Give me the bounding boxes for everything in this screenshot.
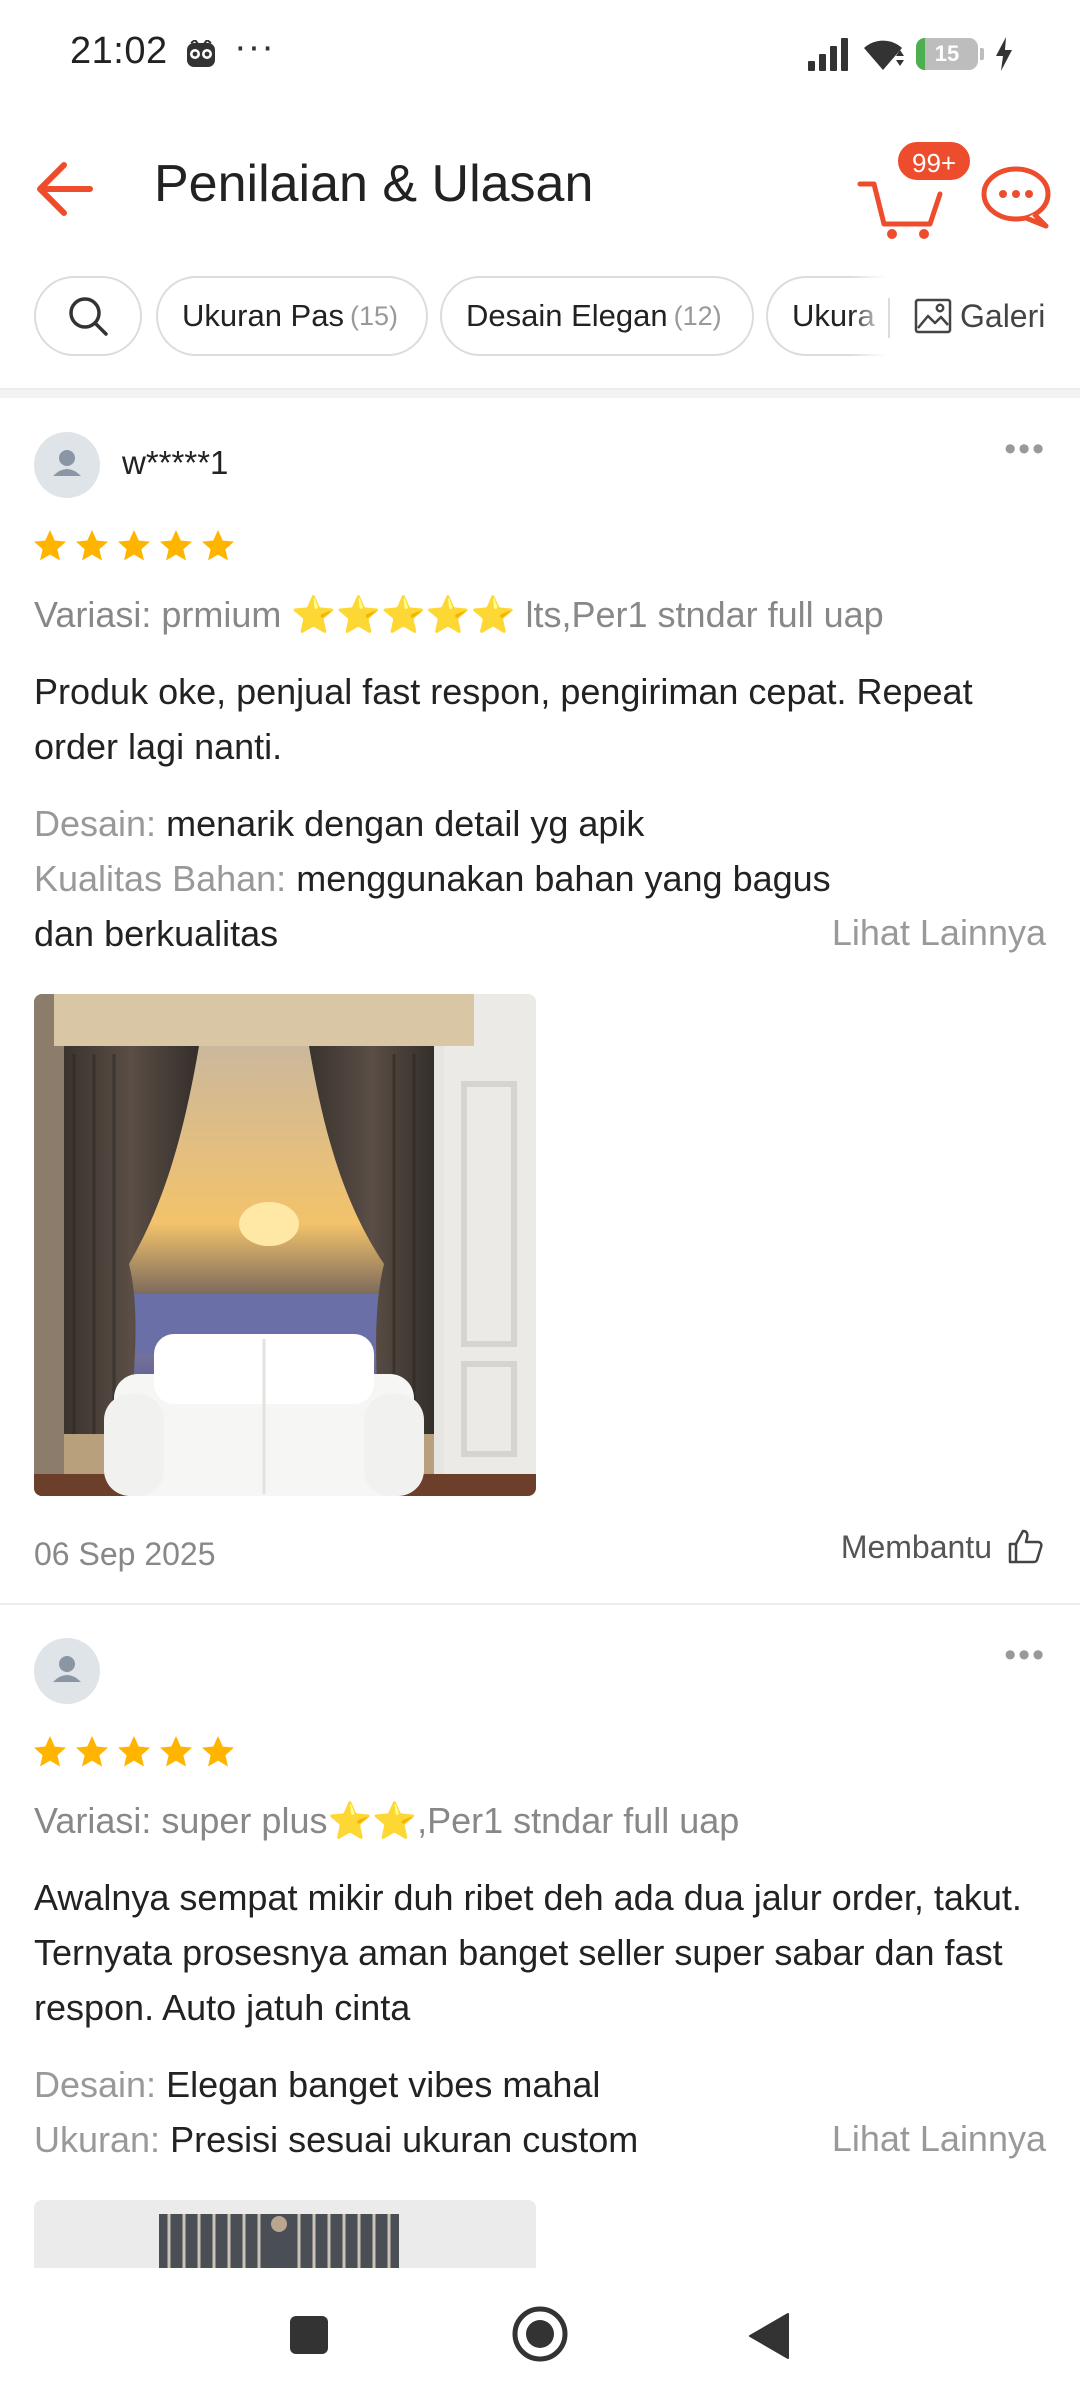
star-icon <box>76 530 108 561</box>
recent-apps-icon[interactable] <box>288 2314 330 2356</box>
battery-cap <box>980 48 984 60</box>
helpful-label: Membantu <box>840 1528 992 1565</box>
star-icon <box>160 1736 192 1767</box>
review-divider <box>0 1603 1080 1605</box>
cart-count-badge: 99+ <box>896 140 973 182</box>
see-more-link[interactable]: Lihat Lainnya <box>832 2118 1046 2160</box>
review-text: Produk oke, penjual fast respon, pengiri… <box>34 671 973 767</box>
user-icon <box>53 1656 81 1682</box>
chip-count: (15) <box>349 300 398 331</box>
review-photo[interactable] <box>34 994 536 1496</box>
attribute-key: Kualitas Bahan: <box>34 858 287 899</box>
gallery-label: Galeri <box>960 297 1046 334</box>
status-indicators: 15 <box>806 34 1014 74</box>
reviewer-name: w*****1 <box>122 444 229 481</box>
search-icon <box>69 297 108 336</box>
back-arrow-icon[interactable] <box>30 154 100 224</box>
variation-text: Variasi: prmium ⭐⭐⭐⭐⭐ lts,Per1 stndar fu… <box>34 594 884 635</box>
system-navigation-bar <box>0 2268 1080 2400</box>
chip-count: (12) <box>673 300 722 331</box>
curtain-photo-image <box>34 994 536 1496</box>
back-icon[interactable] <box>748 2312 790 2360</box>
chip-label: Desain Elegan <box>466 298 668 333</box>
star-icon <box>76 1736 108 1767</box>
section-divider <box>0 388 1080 398</box>
user-icon <box>53 450 81 476</box>
filter-chip-desain-elegan[interactable]: Desain Elegan (12) <box>440 276 754 356</box>
search-chip[interactable] <box>34 276 142 356</box>
avatar[interactable] <box>34 432 100 498</box>
attribute-key: Desain: <box>34 2064 157 2105</box>
star-icon <box>118 530 150 561</box>
attribute-key: Desain: <box>34 803 157 844</box>
star-icon <box>34 530 66 561</box>
status-time: 21:02 <box>70 30 168 72</box>
star-rating <box>32 1734 236 1770</box>
owl-icon <box>187 40 215 67</box>
review-date: 06 Sep 2025 <box>34 1536 216 1572</box>
review-photo[interactable] <box>34 2200 536 2268</box>
star-icon <box>202 530 234 561</box>
review-attribute-kualitas: Kualitas Bahan: menggunakan bahan yang b… <box>34 851 854 961</box>
wifi-icon <box>864 40 904 70</box>
review-card: w*****1 ••• Variasi: prmium ⭐⭐⭐⭐⭐ lts,Pe… <box>0 400 1080 1600</box>
attribute-value: menarik dengan detail yg apik <box>166 803 645 844</box>
review-attribute-ukuran: Ukuran: Presisi sesuai ukuran custom <box>34 2112 794 2167</box>
chip-fade-overlay <box>850 276 886 356</box>
star-icon <box>202 1736 234 1767</box>
status-bar: 21:02 ··· 15 <box>0 0 1080 110</box>
helpful-button[interactable]: Membantu <box>841 1528 1044 1566</box>
review-filter-bar: Ukuran Pas (15) Desain Elegan (12) Ukura… <box>0 272 1080 358</box>
review-text: Awalnya sempat mikir duh ribet deh ada d… <box>34 1877 1022 2028</box>
attribute-key: Ukuran: <box>34 2119 161 2160</box>
review-attribute-desain: Desain: Elegan banget vibes mahal <box>34 2057 1054 2112</box>
attribute-value: Elegan banget vibes mahal <box>166 2064 601 2105</box>
attribute-value: Presisi sesuai ukuran custom <box>170 2119 639 2160</box>
top-app-bar: Penilaian & Ulasan 99+ <box>0 120 1080 250</box>
home-icon[interactable] <box>510 2304 570 2364</box>
charging-icon <box>996 37 1012 71</box>
gallery-button[interactable]: Galeri <box>914 276 1045 356</box>
see-more-link[interactable]: Lihat Lainnya <box>832 912 1046 954</box>
battery-level: 15 <box>934 41 960 66</box>
review-card: ••• Variasi: super plus⭐⭐,Per1 stndar fu… <box>0 1606 1080 2268</box>
image-icon <box>914 298 952 334</box>
avatar[interactable] <box>34 1638 100 1704</box>
more-options-icon[interactable]: ••• <box>1004 1636 1046 1675</box>
thumbs-up-icon <box>1008 1529 1043 1564</box>
curtain-photo-image <box>34 2200 536 2268</box>
page-title: Penilaian & Ulasan <box>154 155 594 213</box>
battery-icon: 15 <box>916 38 978 70</box>
review-attribute-desain: Desain: menarik dengan detail yg apik <box>34 796 1054 851</box>
star-icon <box>118 1736 150 1767</box>
status-more-dots: ··· <box>234 26 275 68</box>
filter-divider <box>888 298 890 338</box>
filter-chip-ukuran-pas[interactable]: Ukuran Pas (15) <box>156 276 428 356</box>
chat-icon[interactable] <box>976 160 1052 230</box>
chip-label: Ukuran Pas <box>182 298 344 333</box>
signal-icon <box>808 38 848 71</box>
star-icon <box>34 1736 66 1767</box>
star-icon <box>160 530 192 561</box>
more-options-icon[interactable]: ••• <box>1004 430 1046 469</box>
star-rating <box>32 528 236 564</box>
variation-text: Variasi: super plus⭐⭐,Per1 stndar full u… <box>34 1800 740 1841</box>
